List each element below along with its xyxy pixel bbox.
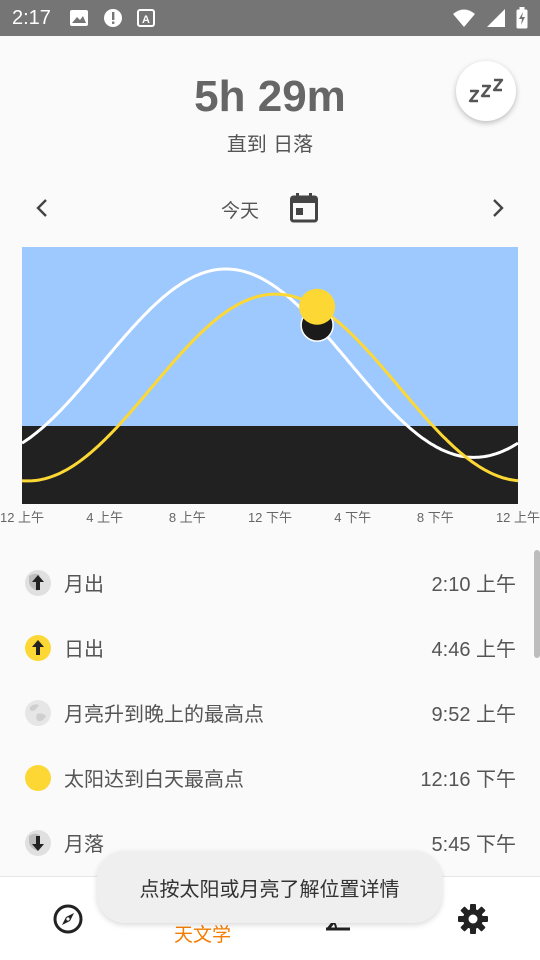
x-tick-label: 4 下午 xyxy=(334,510,371,525)
svg-text:A: A xyxy=(142,14,150,26)
x-tick-label: 8 上午 xyxy=(169,510,206,525)
event-time: 5:45 下午 xyxy=(431,834,516,856)
x-tick-label: 4 上午 xyxy=(86,510,123,525)
event-time: 4:46 上午 xyxy=(431,639,516,661)
header: 5h 29m 直到 日落 xyxy=(0,36,540,176)
battery-charging-icon xyxy=(516,7,528,29)
wifi-icon xyxy=(453,9,475,27)
moon-phase-icon xyxy=(25,699,51,726)
altitude-chart-svg: 12 上午 4 上午 8 上午 12 下午 4 下午 8 下午 12 上午 xyxy=(0,247,540,525)
calendar-icon xyxy=(290,193,318,223)
countdown-caption: 直到 日落 xyxy=(226,132,314,156)
event-row-moon-transit[interactable]: 月亮升到晚上的最高点 9:52 上午 xyxy=(0,680,540,745)
sun-moon-altitude-chart: 12 上午 4 上午 8 上午 12 下午 4 下午 8 下午 12 上午 xyxy=(0,247,540,537)
event-name: 月出 xyxy=(64,572,104,596)
x-tick-label: 12 下午 xyxy=(248,510,292,525)
event-name: 月亮升到晚上的最高点 xyxy=(64,702,264,726)
event-name: 太阳达到白天最高点 xyxy=(64,767,244,791)
event-time: 2:10 上午 xyxy=(431,574,516,596)
status-time: 2:17 xyxy=(12,6,51,29)
settings-icon xyxy=(457,904,488,934)
date-label[interactable]: 今天 xyxy=(200,196,280,223)
x-tick-label: 12 上午 xyxy=(496,510,540,525)
sleep-button[interactable] xyxy=(456,61,516,121)
event-row-moonrise[interactable]: 月出 2:10 上午 xyxy=(0,550,540,615)
event-row-sunrise[interactable]: 日出 4:46 上午 xyxy=(0,615,540,680)
scrollbar-thumb[interactable] xyxy=(534,550,540,658)
toast-message: 点按太阳或月亮了解位置详情 xyxy=(97,851,442,923)
chevron-right-icon xyxy=(493,199,504,217)
moonrise-icon xyxy=(25,569,51,596)
event-name: 日出 xyxy=(64,637,104,661)
status-bar: 2:17 A xyxy=(0,0,540,36)
next-day-button[interactable] xyxy=(476,186,520,230)
signal-icon xyxy=(487,9,505,27)
calendar-button[interactable] xyxy=(286,190,322,226)
compass-icon xyxy=(53,904,82,934)
zzz-icon xyxy=(468,78,504,103)
date-navigation: 今天 xyxy=(0,186,540,230)
sun-icon xyxy=(25,764,51,791)
nav-label-astronomy: 天文学 xyxy=(173,923,231,946)
image-icon xyxy=(69,10,88,26)
event-time: 9:52 上午 xyxy=(431,704,516,726)
moonset-icon xyxy=(25,829,51,856)
previous-day-button[interactable] xyxy=(20,186,64,230)
event-time: 12:16 下午 xyxy=(420,769,516,791)
x-tick-label: 12 上午 xyxy=(0,510,44,525)
sun-position-marker[interactable] xyxy=(299,288,336,325)
chevron-left-icon xyxy=(36,199,47,217)
event-row-solar-noon[interactable]: 太阳达到白天最高点 12:16 下午 xyxy=(0,745,540,810)
alert-icon xyxy=(103,9,122,27)
event-name: 月落 xyxy=(64,832,104,856)
events-list: 月出 2:10 上午 日出 4:46 上午 月亮升到晚上的最高点 9:52 上午… xyxy=(0,550,540,875)
x-tick-label: 8 下午 xyxy=(417,510,454,525)
sunrise-icon xyxy=(25,634,51,661)
font-icon: A xyxy=(136,9,155,27)
sky-region xyxy=(22,247,518,426)
